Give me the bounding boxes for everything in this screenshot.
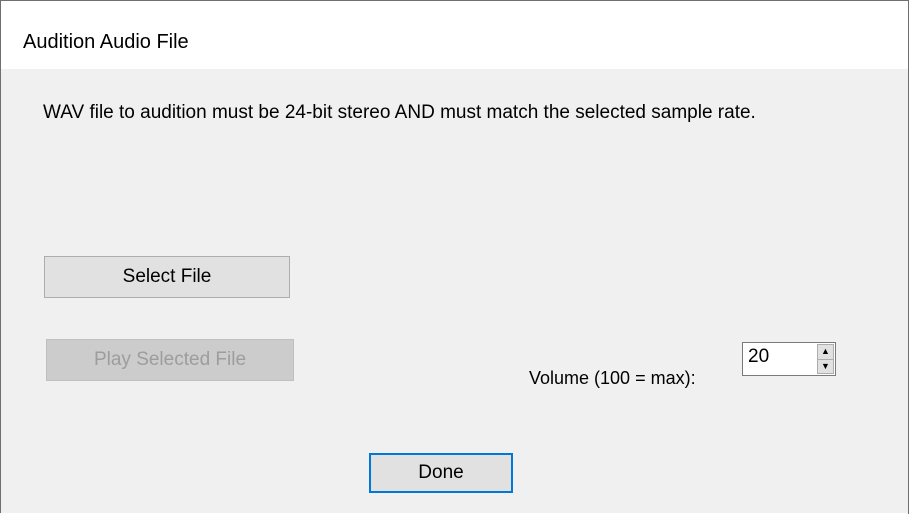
volume-stepper[interactable]: ▲ ▼ [742,342,836,376]
window-title: Audition Audio File [23,31,189,53]
volume-stepper-buttons: ▲ ▼ [817,344,834,374]
volume-label: Volume (100 = max): [529,368,696,388]
volume-input[interactable] [748,346,808,368]
done-button[interactable]: Done [369,453,513,493]
play-selected-file-button[interactable]: Play Selected File [46,339,294,381]
audition-dialog: Audition Audio File WAV file to audition… [0,0,909,513]
dialog-body: WAV file to audition must be 24-bit ster… [1,69,908,513]
select-file-button[interactable]: Select File [44,256,290,298]
down-arrow-icon[interactable]: ▼ [817,359,834,374]
title-bar[interactable]: Audition Audio File [1,1,908,69]
up-arrow-icon[interactable]: ▲ [817,344,834,360]
instruction-text: WAV file to audition must be 24-bit ster… [43,102,756,123]
